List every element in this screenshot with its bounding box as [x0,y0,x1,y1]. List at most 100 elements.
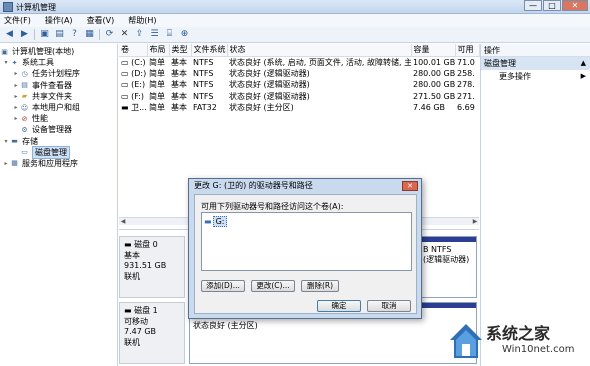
dialog-close-button[interactable]: ✕ [402,181,418,191]
disk-status: 联机 [124,271,140,281]
help-icon[interactable]: ? [69,29,80,40]
zoom-icon[interactable]: ⊕ [179,29,190,40]
cell-layout: 简单 [149,91,165,101]
minimize-button[interactable]: — [524,0,542,11]
cell-free: 271. [457,91,475,101]
column-header-free[interactable]: 可用 [455,44,480,57]
tree-item-label: 事件查看器 [32,80,72,90]
cell-status: 状态良好 (系统, 启动, 页面文件, 活动, 故障转储, 主分区) [229,57,411,67]
menu-action[interactable]: 操作(A) [45,14,73,27]
menu-file[interactable]: 文件(F) [4,14,31,27]
tree-item-shared-folders[interactable]: ▸ ▰ 共享文件夹 [0,91,117,102]
navigation-tree: ▣ 计算机管理(本地) ▾ ✦ 系统工具 ▸ ◷ 任务计划程序 ▸ ▤ 事件查看… [0,44,118,366]
tree-item-task-scheduler[interactable]: ▸ ◷ 任务计划程序 [0,68,117,79]
tree-item-label: 服务和应用程序 [22,158,78,168]
tree-item-event-viewer[interactable]: ▸ ▤ 事件查看器 [0,80,117,91]
column-header-layout[interactable]: 布局 [147,44,170,57]
folder-up-icon[interactable]: ▣ [39,29,50,40]
disk-type: 基本 [124,250,140,260]
disk-0-partition[interactable]: B NTFS (逻辑驱动器) [419,236,477,298]
house-logo-icon [450,324,482,358]
table-row[interactable]: ▭ (C:) 简单 基本 NTFS 状态良好 (系统, 启动, 页面文件, 活动… [119,56,479,68]
table-row[interactable]: ▭ (D:) 简单 基本 NTFS 状态良好 (逻辑驱动器) 280.00 GB… [119,68,479,80]
expand-icon[interactable]: ▸ [12,102,20,113]
collapse-icon[interactable]: ▲ [581,57,586,70]
tree-root[interactable]: ▣ 计算机管理(本地) [0,46,117,57]
partition-line2: 状态良好 (主分区) [193,321,258,330]
cell-filesystem: NTFS [193,57,214,67]
scroll-right-icon[interactable]: ▶ [471,218,479,226]
tree-item-device-manager[interactable]: ⚙ 设备管理器 [0,124,117,135]
tree-item-label: 性能 [32,114,48,124]
drive-letter-entry: G: [212,216,228,227]
more-actions-item[interactable]: 更多操作 ▶ [481,70,590,83]
column-header-volume[interactable]: 卷 [119,44,148,57]
tree-item-local-users[interactable]: ▸ ☺ 本地用户和组 [0,102,117,113]
dialog-label: 可用下列驱动器号和路径访问这个卷(A): [201,202,344,211]
expand-icon[interactable]: ▸ [2,158,10,169]
actions-header: 操作 [481,44,590,57]
delete-icon[interactable]: ✕ [119,29,130,40]
actions-section-disk-management[interactable]: 磁盘管理 ▲ [481,57,590,70]
drive-path-list[interactable]: ▬ G: [201,212,412,271]
ok-button[interactable]: 确定 [317,300,361,312]
column-header-type[interactable]: 类型 [169,44,192,57]
menu-view[interactable]: 查看(V) [87,14,115,27]
expand-icon[interactable]: ▸ [12,80,20,91]
add-button[interactable]: 添加(D)... [201,280,245,292]
dialog-body: 可用下列驱动器号和路径访问这个卷(A): ▬ G: 添加(D)... 更改(C)… [194,194,417,314]
expand-icon[interactable]: ▸ [12,91,20,102]
column-header-capacity[interactable]: 容量 [411,44,456,57]
disk-1-info[interactable]: ▬ 磁盘 1 可移动 7.47 GB 联机 [119,302,185,364]
expand-icon[interactable]: ▾ [2,57,10,68]
cell-free: 6.69 [457,103,475,113]
column-header-filesystem[interactable]: 文件系统 [191,44,228,57]
services-icon: ▦ [11,159,18,168]
properties-icon[interactable]: ▤ [54,29,65,40]
performance-icon: ⊘ [21,114,28,123]
console-icon[interactable]: ▦ [84,29,95,40]
cell-type: 基本 [171,103,187,113]
cell-free: 258. [457,68,475,78]
volume-name: ▭ (D:) [121,68,147,78]
tree-item-services-apps[interactable]: ▸ ▦ 服务和应用程序 [0,158,117,169]
column-header-status[interactable]: 状态 [227,44,412,57]
change-button[interactable]: 更改(C)... [251,280,295,292]
back-arrow-icon[interactable]: ◀ [4,29,15,40]
cell-capacity: 7.46 GB [413,103,446,113]
tree-item-performance[interactable]: ▸ ⊘ 性能 [0,113,117,124]
cancel-button[interactable]: 取消 [367,300,411,312]
tools-icon: ✦ [11,58,18,67]
list-item[interactable]: ▬ G: [204,216,228,227]
remove-button[interactable]: 删除(R) [301,280,339,292]
disk-size: 931.51 GB [124,261,167,270]
close-button[interactable]: ✕ [562,0,588,11]
table-row[interactable]: ▬ 卫... 简单 基本 FAT32 状态良好 (主分区) 7.46 GB 6.… [119,102,479,114]
volume-name: ▭ (C:) [121,57,146,67]
expand-icon[interactable]: ▾ [2,136,10,147]
maximize-button[interactable]: □ [543,0,561,11]
toolbar: ◀ ▶ ▣ ▤ ? ▦ ⟳ ✕ ⇪ ☰ ⌸ ⊕ [0,27,590,43]
table-row[interactable]: ▭ (F:) 简单 基本 NTFS 状态良好 (逻辑驱动器) 271.50 GB… [119,91,479,103]
clock-icon: ◷ [21,69,28,78]
cell-status: 状态良好 (逻辑驱动器) [229,91,310,101]
open-icon[interactable]: ⌸ [164,29,175,40]
partition-line2: (逻辑驱动器) [423,255,470,264]
expand-icon[interactable]: ▸ [12,113,20,124]
action-icon[interactable]: ☰ [149,29,160,40]
cell-status: 状态良好 (逻辑驱动器) [229,80,310,90]
menu-help[interactable]: 帮助(H) [128,14,156,27]
tree-item-disk-management[interactable]: ▭ 磁盘管理 [0,145,117,159]
tree-item-label: 设备管理器 [32,125,72,135]
forward-arrow-icon[interactable]: ▶ [19,29,30,40]
tree-item-system-tools[interactable]: ▾ ✦ 系统工具 [0,57,117,68]
tree-root-label: 计算机管理(本地) [12,47,75,56]
disk-0-info[interactable]: ▬ 磁盘 0 基本 931.51 GB 联机 [119,236,185,298]
refresh-icon[interactable]: ⟳ [104,29,115,40]
disk-type: 可移动 [124,316,148,326]
scroll-left-icon[interactable]: ◀ [119,218,127,226]
table-row[interactable]: ▭ (E:) 简单 基本 NTFS 状态良好 (逻辑驱动器) 280.00 GB… [119,79,479,91]
export-icon[interactable]: ⇪ [134,29,145,40]
change-drive-letter-dialog: 更改 G: (卫的) 的驱动器号和路径 ✕ 可用下列驱动器号和路径访问这个卷(A… [188,178,422,319]
expand-icon[interactable]: ▸ [12,68,20,79]
